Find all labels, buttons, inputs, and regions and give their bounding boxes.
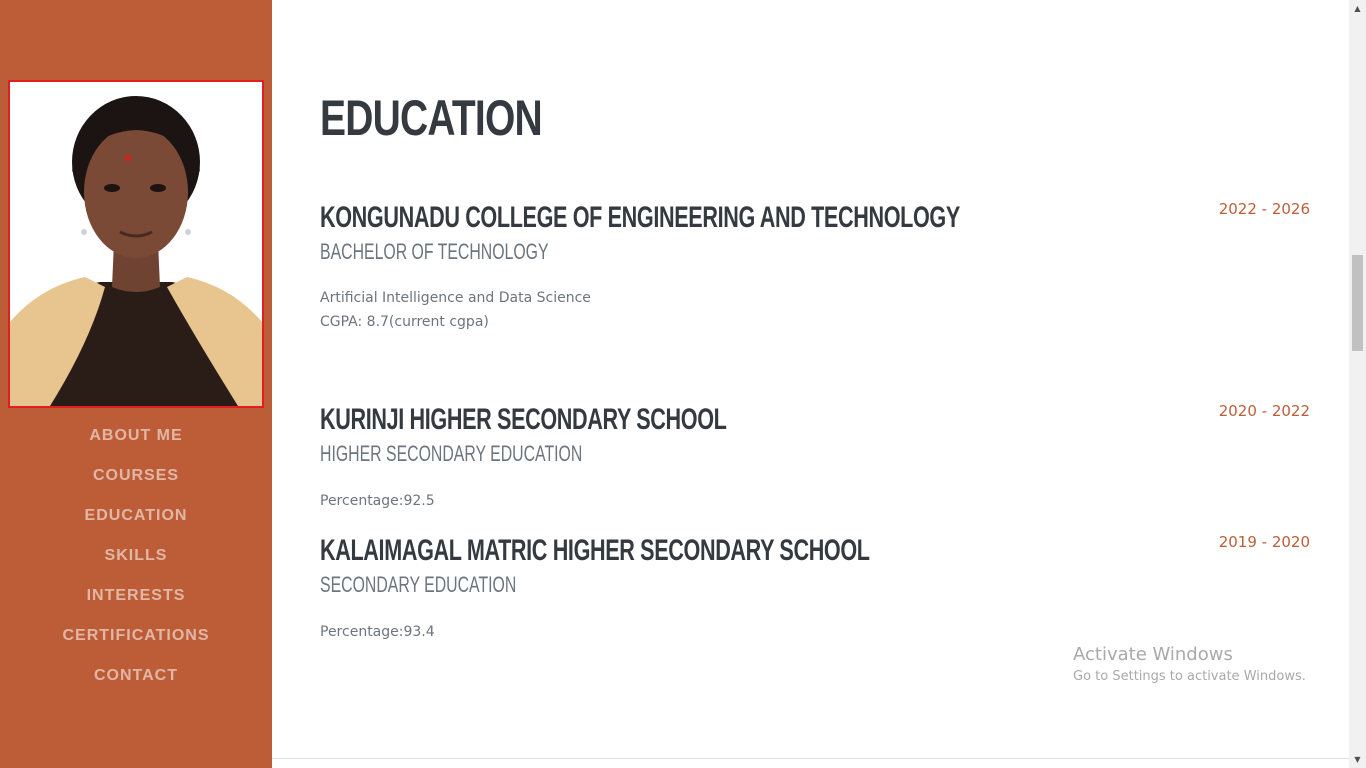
nav-item-about: ABOUT ME (0, 416, 272, 456)
education-entry: KURINJI HIGHER SECONDARY SCHOOL HIGHER S… (320, 402, 1310, 513)
nav-link-contact[interactable]: CONTACT (94, 667, 178, 685)
nav-item-courses: COURSES (0, 456, 272, 496)
institution-name: KALAIMAGAL MATRIC HIGHER SECONDARY SCHOO… (320, 534, 870, 567)
nav-link-certifications[interactable]: CERTIFICATIONS (62, 627, 209, 645)
degree-name: BACHELOR OF TECHNOLOGY (320, 239, 549, 264)
education-entry: KONGUNADU COLLEGE OF ENGINEERING AND TEC… (320, 200, 1310, 334)
nav-item-education: EDUCATION (0, 496, 272, 536)
entry-dates: 2020 - 2022 (1218, 402, 1310, 420)
scrollbar-thumb[interactable] (1352, 255, 1363, 351)
nav-item-certifications: CERTIFICATIONS (0, 616, 272, 656)
nav-link-education[interactable]: EDUCATION (85, 507, 188, 525)
scroll-up-arrow-icon[interactable]: ▲ (1349, 0, 1366, 17)
entry-dates: 2019 - 2020 (1218, 533, 1310, 551)
section-title: EDUCATION (320, 90, 543, 146)
section-divider (272, 758, 1349, 759)
degree-name: HIGHER SECONDARY EDUCATION (320, 441, 583, 466)
nav-item-interests: INTERESTS (0, 576, 272, 616)
nav-link-about[interactable]: ABOUT ME (89, 427, 182, 445)
scroll-down-arrow-icon[interactable]: ▼ (1349, 751, 1366, 768)
sidebar-nav: ABOUT ME COURSES EDUCATION SKILLS INTERE… (0, 416, 272, 696)
entry-dates: 2022 - 2026 (1218, 200, 1310, 218)
institution-name: KONGUNADU COLLEGE OF ENGINEERING AND TEC… (320, 201, 960, 234)
nav-link-courses[interactable]: COURSES (93, 467, 179, 485)
degree-name: SECONDARY EDUCATION (320, 572, 517, 597)
activate-windows-watermark: Activate Windows Go to Settings to activ… (1073, 643, 1306, 687)
institution-name: KURINJI HIGHER SECONDARY SCHOOL (320, 403, 727, 436)
nav-link-skills[interactable]: SKILLS (105, 547, 168, 565)
entry-detail: Artificial Intelligence and Data Science (320, 290, 591, 306)
watermark-subtitle: Go to Settings to activate Windows. (1073, 669, 1306, 684)
watermark-title: Activate Windows (1073, 644, 1233, 665)
vertical-scrollbar[interactable]: ▲ ▼ (1349, 0, 1366, 768)
nav-item-skills: SKILLS (0, 536, 272, 576)
nav-link-interests[interactable]: INTERESTS (87, 587, 186, 605)
profile-photo (8, 80, 264, 408)
education-entry: KALAIMAGAL MATRIC HIGHER SECONDARY SCHOO… (320, 533, 1310, 644)
nav-item-contact: CONTACT (0, 656, 272, 696)
sidebar: ABOUT ME COURSES EDUCATION SKILLS INTERE… (0, 0, 272, 768)
entry-detail: CGPA: 8.7(current cgpa) (320, 314, 489, 330)
entry-detail: Percentage:93.4 (320, 624, 435, 640)
entry-detail: Percentage:92.5 (320, 493, 435, 509)
profile-portrait-image (10, 82, 262, 406)
